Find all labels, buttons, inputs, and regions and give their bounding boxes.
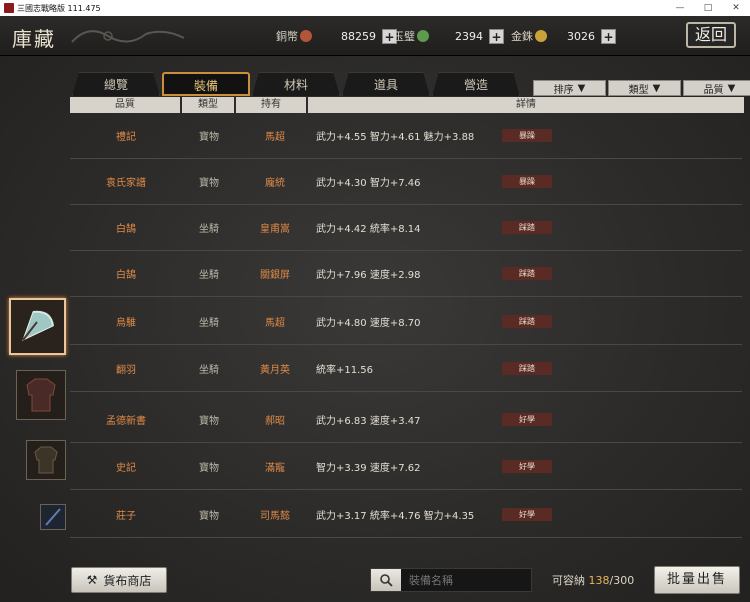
close-button[interactable]: ✕	[722, 0, 750, 16]
trait-badge: 踩踏	[502, 221, 552, 234]
column-owner[interactable]: 持有	[236, 97, 306, 113]
thumb-armor-1[interactable]	[16, 370, 66, 420]
bottom-bar: ⚒ 貨布商店 可容納 138/300 批量出售	[0, 563, 750, 602]
currency-gold: 金銖 3026 +	[511, 26, 616, 46]
jade-icon	[417, 30, 429, 42]
triangle-down-icon: ▼	[652, 82, 661, 94]
top-header: 庫藏 銅幣 88259 + 玉璧 2394 + 金銖 3026 + 返回	[0, 16, 750, 56]
table-row[interactable]: 莊子 寶物 司馬懿 武力+3.17 統率+4.76 智力+4.35 好學	[70, 492, 742, 538]
category-tabs: 總覽 裝備 材料 道具 營造	[72, 72, 520, 96]
table-row[interactable]: 翻羽 坐騎 黃月英 統率+11.56 踩踏	[70, 346, 742, 392]
table-row[interactable]: 白鵠 坐騎 皇甫嵩 武力+4.42 統率+8.14 踩踏	[70, 205, 742, 251]
trait-badge: 暴躁	[502, 129, 552, 142]
thumb-armor-2[interactable]	[26, 440, 66, 480]
add-jade-button[interactable]: +	[489, 28, 504, 44]
trait-badge: 好學	[502, 413, 552, 426]
thumb-weapon[interactable]	[40, 504, 66, 530]
table-row[interactable]: 袁氏家譜 寶物 龐統 武力+4.30 智力+7.46 暴躁	[70, 159, 742, 205]
thumb-fan-selected[interactable]	[9, 298, 66, 355]
table-row[interactable]: 烏騅 坐騎 馬超 武力+4.80 速度+8.70 踩踏	[70, 299, 742, 345]
tab-items[interactable]: 道具	[342, 72, 430, 96]
app-icon	[4, 3, 14, 13]
table-row[interactable]: 白鵠 坐騎 關銀屏 武力+7.96 速度+2.98 踩踏	[70, 251, 742, 297]
table-row[interactable]: 史記 寶物 滿寵 智力+3.39 速度+7.62 好學	[70, 444, 742, 490]
armor-icon	[17, 371, 65, 419]
window-titlebar: 三國志戰略版 111.475 — □ ✕	[0, 0, 750, 16]
capacity-indicator: 可容納 138/300	[552, 574, 635, 587]
trait-badge: 踩踏	[502, 267, 552, 280]
copper-coin-icon	[300, 30, 312, 42]
window-title: 三國志戰略版 111.475	[17, 3, 101, 13]
trait-badge: 好學	[502, 460, 552, 473]
search-input[interactable]	[401, 573, 526, 587]
sort-dropdown[interactable]: 排序 ▼	[533, 80, 606, 96]
filter-bar: 排序 ▼ 類型 ▼ 品質 ▼	[533, 80, 750, 96]
add-gold-button[interactable]: +	[601, 28, 616, 44]
currency-jade: 玉璧 2394 +	[393, 26, 504, 46]
quality-dropdown[interactable]: 品質 ▼	[683, 80, 750, 96]
batch-sell-button[interactable]: 批量出售	[654, 566, 740, 594]
armor-icon	[27, 441, 65, 479]
column-quality[interactable]: 品質	[70, 97, 180, 113]
tab-materials[interactable]: 材料	[252, 72, 340, 96]
table-row[interactable]: 孟德新書 寶物 郝昭 武力+6.83 速度+3.47 好學	[70, 397, 742, 443]
type-dropdown[interactable]: 類型 ▼	[608, 80, 681, 96]
tab-equipment[interactable]: 裝備	[162, 72, 250, 96]
table-header: 品質 類型 持有 詳情	[70, 97, 744, 113]
currency-copper: 銅幣 88259 +	[276, 26, 397, 46]
currency-shop-button[interactable]: ⚒ 貨布商店	[71, 567, 167, 593]
fan-icon	[11, 300, 64, 353]
hammer-icon: ⚒	[86, 573, 98, 587]
triangle-down-icon: ▼	[727, 82, 736, 94]
tab-overview[interactable]: 總覽	[72, 72, 160, 96]
return-button[interactable]: 返回	[686, 22, 736, 48]
search-icon	[380, 574, 393, 587]
tab-construction[interactable]: 營造	[432, 72, 520, 96]
minimize-button[interactable]: —	[666, 0, 694, 16]
search-button[interactable]	[371, 569, 401, 591]
search-box	[370, 568, 532, 592]
maximize-button[interactable]: □	[694, 0, 722, 16]
page-title: 庫藏	[12, 27, 56, 51]
weapon-icon	[41, 505, 65, 529]
trait-badge: 踩踏	[502, 315, 552, 328]
triangle-down-icon: ▼	[577, 82, 586, 94]
equipment-list: 禮記 寶物 馬超 武力+4.55 智力+4.61 魅力+3.88 暴躁 袁氏家譜…	[70, 113, 742, 563]
trait-badge: 踩踏	[502, 362, 552, 375]
table-row[interactable]: 禮記 寶物 馬超 武力+4.55 智力+4.61 魅力+3.88 暴躁	[70, 113, 742, 159]
trait-badge: 暴躁	[502, 175, 552, 188]
gold-coin-icon	[535, 30, 547, 42]
column-type[interactable]: 類型	[182, 97, 234, 113]
ornament-swirl-icon	[71, 30, 185, 43]
column-detail: 詳情	[308, 97, 744, 113]
trait-badge: 好學	[502, 508, 552, 521]
